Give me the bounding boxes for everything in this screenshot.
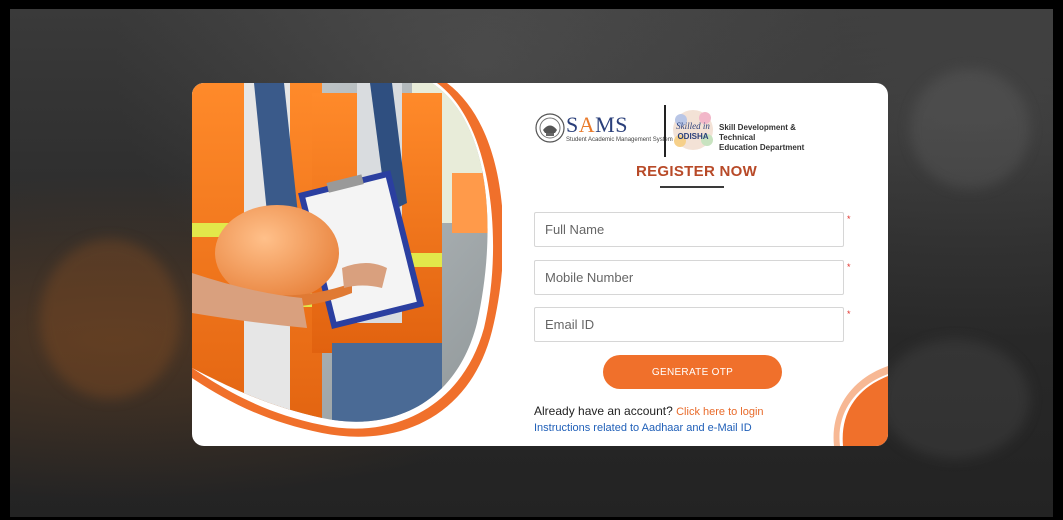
sams-logo-text: SAMS	[566, 112, 628, 137]
full-name-field[interactable]	[534, 212, 844, 247]
odisha-emblem-icon	[535, 113, 565, 143]
required-marker: *	[847, 309, 851, 319]
skilled-in-odisha-logo: Skilled in ODISHA	[673, 110, 713, 150]
decorative-corner-shape	[833, 366, 888, 446]
page-title: REGISTER NOW	[636, 163, 758, 180]
email-field[interactable]	[534, 307, 844, 342]
brand-header: SAMS Student Academic Management System …	[535, 95, 835, 157]
register-card: SAMS Student Academic Management System …	[192, 83, 888, 446]
brand-divider	[664, 105, 666, 157]
required-marker: *	[847, 262, 851, 272]
title-underline	[660, 186, 724, 188]
aadhaar-instructions-link[interactable]: Instructions related to Aadhaar and e-Ma…	[534, 422, 752, 434]
login-prompt: Already have an account? Click here to l…	[534, 404, 764, 418]
sams-subtitle: Student Academic Management System	[566, 137, 673, 143]
mobile-number-input[interactable]	[535, 261, 843, 294]
generate-otp-button[interactable]: GENERATE OTP	[603, 355, 782, 389]
required-marker: *	[847, 214, 851, 224]
svg-text:Skilled in: Skilled in	[676, 121, 710, 131]
full-name-input[interactable]	[535, 213, 843, 246]
login-link[interactable]: Click here to login	[676, 406, 763, 418]
mobile-number-field[interactable]	[534, 260, 844, 295]
department-name: Skill Development & Technical Education …	[719, 123, 805, 152]
hero-image	[192, 83, 502, 446]
account-prompt-text: Already have an account?	[534, 404, 673, 418]
email-input[interactable]	[535, 308, 843, 341]
svg-text:ODISHA: ODISHA	[677, 132, 708, 141]
